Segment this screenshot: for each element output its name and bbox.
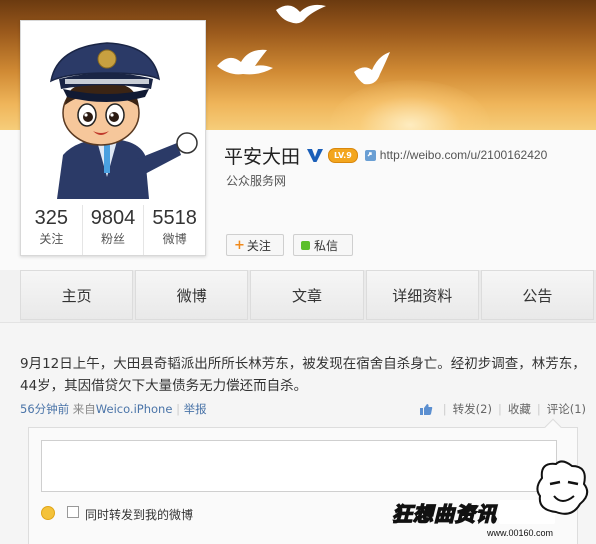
watermark-text: 狂想曲资讯 [391,501,497,526]
post-text: 9月12日上午，大田县奇韬派出所所长林芳东，被发现在宿舍自杀身亡。经初步调查，林… [20,356,586,394]
stat-label: 微博 [162,232,187,246]
tab-home[interactable]: 主页 [20,270,134,320]
comment-link[interactable]: 评论(1) [547,401,586,417]
verified-icon[interactable] [306,146,324,164]
report-link[interactable]: 举报 [184,402,207,416]
tab-announcements[interactable]: 公告 [480,270,595,320]
tab-articles[interactable]: 文章 [250,270,364,320]
link-icon [364,149,376,161]
stat-label: 粉丝 [101,232,126,246]
plus-icon: + [234,237,245,253]
post-meta: 56分钟前 来自Weico.iPhone | 举报 [20,402,207,416]
stat-label: 关注 [39,232,64,246]
repost-checkbox-label: 同时转发到我的微博 [85,508,194,522]
stat-value: 9804 [90,207,136,229]
dove-icon [276,4,326,24]
profile-name: 平安大田 [224,145,301,168]
profile-tabs: 主页 微博 文章 详细资料 公告 [20,270,596,322]
emoji-icon[interactable] [41,506,55,520]
stat-followers[interactable]: 9804 粉丝 [83,205,145,255]
like-icon[interactable] [419,403,433,416]
message-label: 私信 [314,238,339,253]
repost-link[interactable]: 转发(2) [453,401,492,417]
follow-button[interactable]: + 关注 [226,234,284,256]
dove-icon [217,49,273,75]
stat-following[interactable]: 325 关注 [21,205,83,255]
private-message-button[interactable]: 私信 [293,234,353,256]
level-badge[interactable]: LV.9 [328,147,358,163]
post-time[interactable]: 56分钟前 [20,402,69,416]
post-source[interactable]: Weico.iPhone [96,402,173,416]
profile-url[interactable]: http://weibo.com/u/2100162420 [380,148,547,162]
dove-icon [354,52,390,85]
profile-category: 公众服务网 [226,174,287,188]
tab-weibo[interactable]: 微博 [135,270,249,320]
comment-box-caret [544,418,562,436]
stat-value: 5518 [152,207,197,229]
repost-checkbox[interactable] [67,506,79,518]
tab-details[interactable]: 详细资料 [365,270,479,320]
post-source-prefix: 来自 [72,402,96,416]
stat-value: 325 [34,207,69,229]
watermark-url: www.00160.com [487,528,554,538]
follow-label: 关注 [246,238,271,253]
message-icon [301,240,310,250]
profile-name-row: 平安大田 LV.9 http://weibo.com/u/2100162420 [224,142,547,168]
mascot-logo [536,460,589,515]
favorite-link[interactable]: 收藏 [508,401,531,417]
post-actions: | 转发(2) | 收藏 | 评论(1) [419,401,586,417]
profile-stats: 325 关注 9804 粉丝 5518 微博 [21,205,205,255]
site-watermark: 狂想曲资讯 www.00160.com [391,458,596,544]
avatar-card: 325 关注 9804 粉丝 5518 微博 [20,20,206,256]
avatar[interactable] [27,27,199,199]
stat-posts[interactable]: 5518 微博 [144,205,205,255]
police-cartoon-avatar [27,27,199,199]
